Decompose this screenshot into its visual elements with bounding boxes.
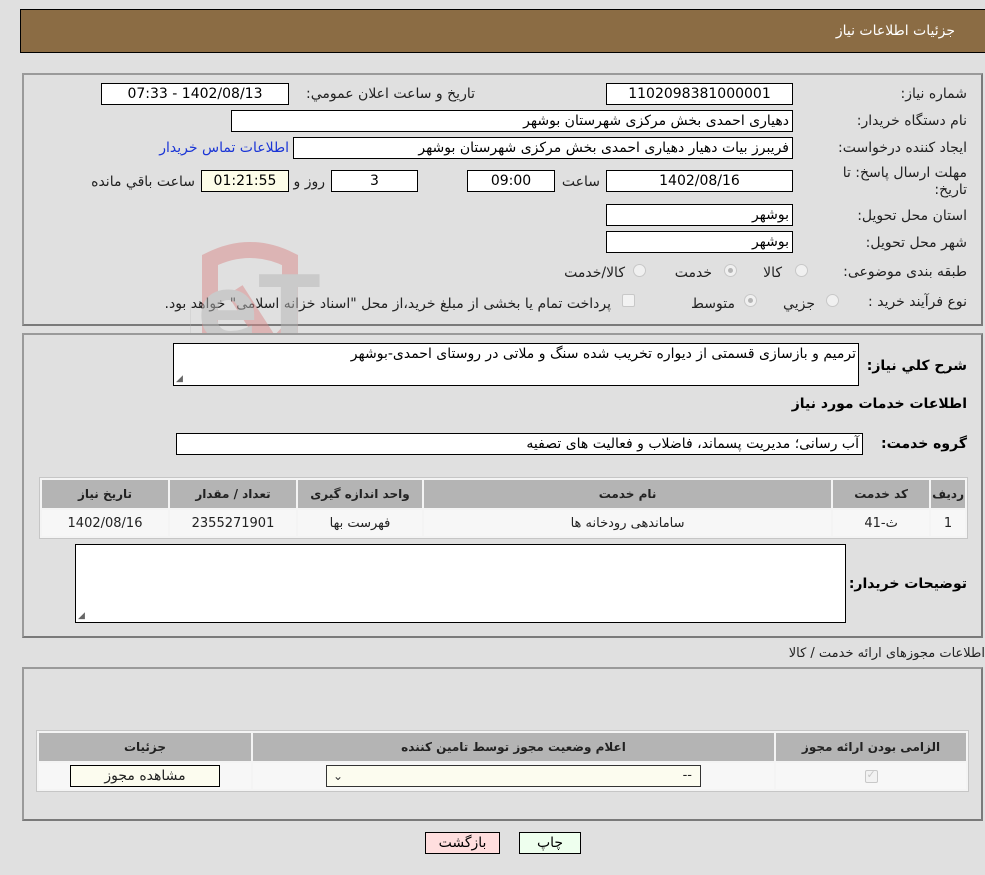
permit-status-value: -- (682, 768, 692, 783)
announce-datetime-field: 1402/08/13 - 07:33 (101, 83, 289, 105)
table-row: ✓ -- ⌄ مشاهده مجوز (39, 763, 966, 789)
col-permit-status: اعلام وضعیت مجوز توسط تامین کننده (253, 733, 774, 761)
deadline-time-field: 09:00 (467, 170, 555, 192)
remaining-time-label: ساعت باقي مانده (91, 174, 195, 190)
treasury-checkbox[interactable] (622, 294, 635, 307)
col-need-date: تاریخ نیاز (42, 480, 168, 508)
buyer-org-label: نام دستگاه خريدار: (856, 113, 967, 129)
col-permit-details: جزئیات (39, 733, 251, 761)
buyer-org-field: دهیاری احمدی بخش مرکزی شهرستان بوشهر (231, 110, 793, 132)
category-label: طبقه بندی موضوعی: (843, 264, 967, 280)
services-heading: اطلاعات خدمات مورد نیاز (791, 396, 967, 412)
category-option-goods: کالا (763, 265, 782, 281)
col-quantity: تعداد / مقدار (170, 480, 296, 508)
requester-field: فریبرز بیات دهیار دهیاری احمدی بخش مرکزی… (293, 137, 793, 159)
permit-required-checkbox: ✓ (864, 767, 878, 783)
category-radio-goods[interactable] (795, 264, 808, 277)
cell-row: 1 (931, 510, 965, 536)
deadline-label-line2: تاریخ: (934, 182, 967, 198)
need-number-label: شماره نیاز: (900, 86, 968, 102)
purchase-type-label: نوع فرآیند خرید : (868, 294, 967, 310)
city-field: بوشهر (606, 231, 793, 253)
buyer-contact-link[interactable]: اطلاعات تماس خریدار (159, 140, 289, 156)
service-group-field: آب رسانی؛ مدیریت پسماند، فاضلاب و فعالیت… (176, 433, 863, 455)
cell-unit: فهرست بها (298, 510, 422, 536)
city-label: شهر محل تحویل: (865, 235, 967, 251)
print-button[interactable]: چاپ (519, 832, 581, 854)
description-label: شرح کلي نیاز: (866, 358, 967, 374)
permit-status-select[interactable]: -- ⌄ (326, 765, 701, 787)
buyer-notes-textarea[interactable]: ◢ (75, 544, 846, 623)
page-title: جزئیات اطلاعات نیاز (835, 23, 955, 39)
category-radio-goods-service[interactable] (633, 264, 646, 277)
purchase-option-minor: جزیي (783, 296, 815, 312)
remaining-days-field: 3 (331, 170, 418, 192)
deadline-time-label: ساعت (561, 174, 600, 190)
permits-table: الزامی بودن ارائه مجوز اعلام وضعیت مجوز … (36, 730, 969, 792)
need-number-field: 1102098381000001 (606, 83, 793, 105)
resize-grip-icon[interactable]: ◢ (176, 374, 183, 384)
purchase-radio-minor[interactable] (826, 294, 839, 307)
resize-grip-icon[interactable]: ◢ (78, 611, 85, 621)
description-textarea[interactable]: ترمیم و بازسازی قسمتی از دیواره تخریب شد… (173, 343, 859, 386)
announce-datetime-label: تاریخ و ساعت اعلان عمومي: (306, 86, 475, 102)
deadline-label-line1: مهلت ارسال پاسخ: تا (842, 165, 967, 181)
days-label: روز و (293, 174, 326, 190)
cell-service-code: ث-41 (833, 510, 930, 536)
cell-need-date: 1402/08/16 (42, 510, 168, 536)
cell-quantity: 2355271901 (170, 510, 296, 536)
requester-label: ایجاد کننده درخواست: (838, 140, 967, 156)
deadline-date-field: 1402/08/16 (606, 170, 793, 192)
buyer-notes-label: توضیحات خریدار: (848, 576, 967, 592)
remaining-time-field: 01:21:55 (201, 170, 289, 192)
purchase-radio-medium[interactable] (744, 294, 757, 307)
col-service-code: کد خدمت (833, 480, 930, 508)
check-icon: ✓ (866, 767, 876, 781)
services-table: ردیف کد خدمت نام خدمت واحد اندازه گیری ت… (39, 477, 968, 539)
service-group-label: گروه خدمت: (881, 436, 967, 452)
table-row: 1 ث-41 ساماندهی رودخانه ها فهرست بها 235… (42, 510, 965, 536)
page-header: جزئیات اطلاعات نیاز (20, 9, 985, 53)
category-option-goods-service: کالا/خدمت (564, 265, 625, 281)
col-service-name: نام خدمت (424, 480, 832, 508)
view-permit-button[interactable]: مشاهده مجوز (70, 765, 220, 787)
cell-service-name: ساماندهی رودخانه ها (424, 510, 832, 536)
category-option-service: خدمت (674, 265, 712, 281)
province-label: استان محل تحویل: (857, 208, 967, 224)
back-button[interactable]: بازگشت (425, 832, 500, 854)
chevron-down-icon: ⌄ (333, 769, 344, 783)
permits-title: اطلاعات مجوزهای ارائه خدمت / کالا (788, 646, 985, 661)
province-field: بوشهر (606, 204, 793, 226)
col-row: ردیف (931, 480, 965, 508)
buyer-notes-text (76, 545, 845, 549)
category-radio-service[interactable] (724, 264, 737, 277)
col-permit-required: الزامی بودن ارائه مجوز (776, 733, 966, 761)
purchase-option-medium: متوسط (691, 296, 735, 312)
col-unit: واحد اندازه گیری (298, 480, 422, 508)
treasury-checkbox-label: پرداخت تمام یا بخشی از مبلغ خرید،از محل … (164, 296, 611, 312)
description-text: ترمیم و بازسازی قسمتی از دیواره تخریب شد… (350, 346, 856, 362)
